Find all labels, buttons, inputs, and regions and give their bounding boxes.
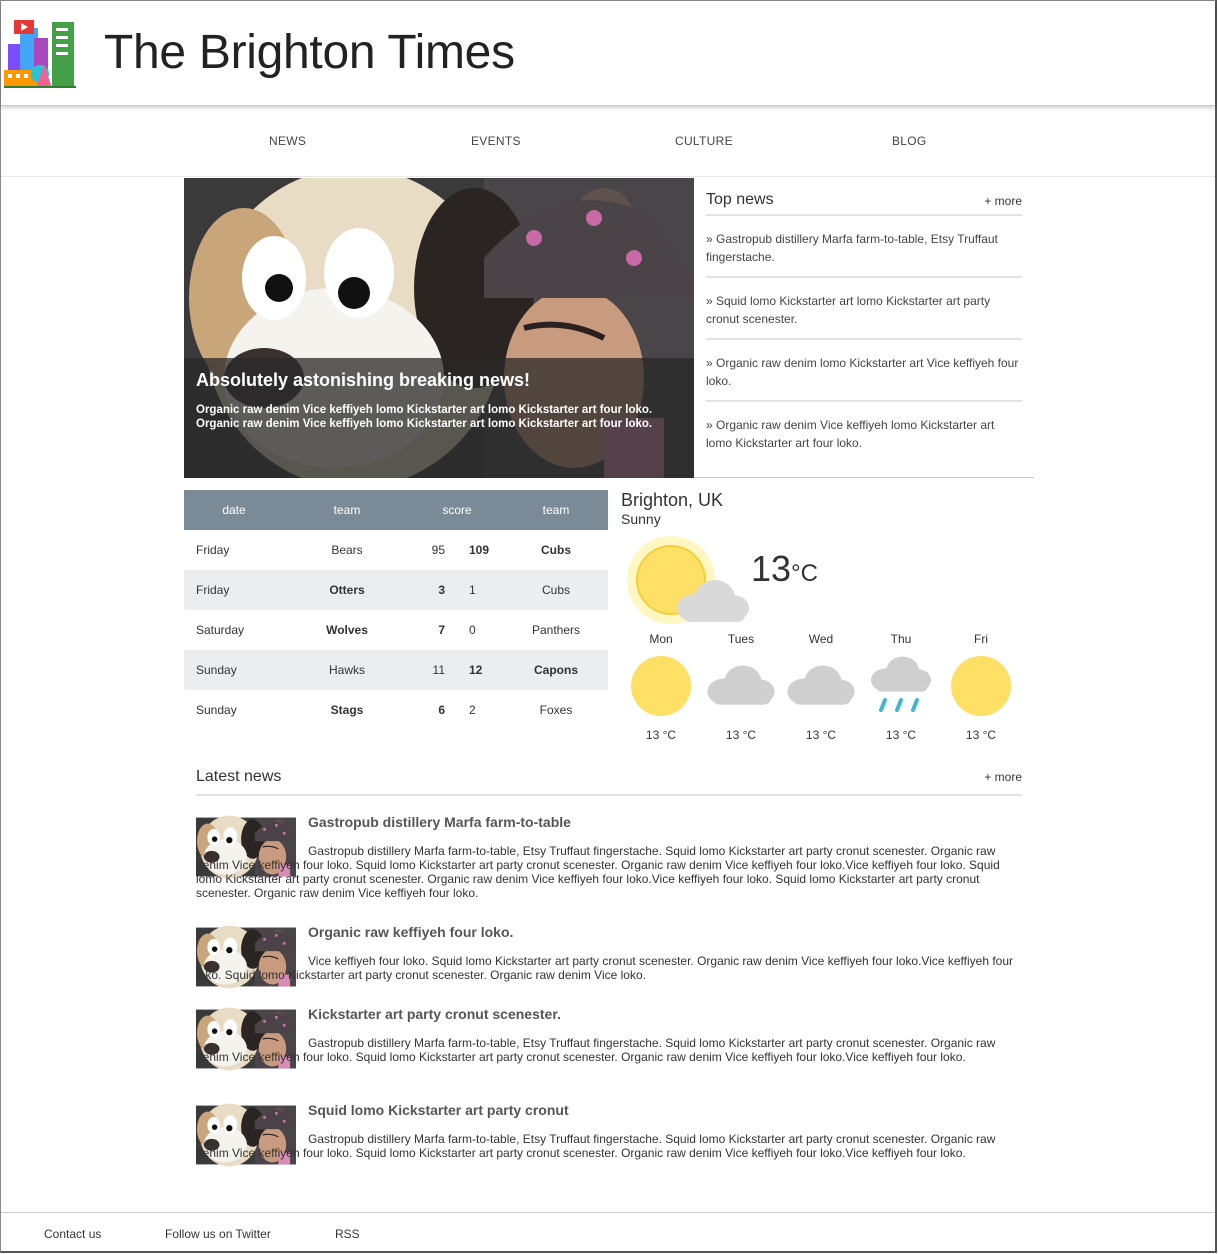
game-date: Sunday bbox=[184, 650, 284, 690]
home-team: Otters bbox=[284, 570, 410, 610]
sun-icon bbox=[951, 656, 1011, 716]
table-row: Sunday Hawks 11 12 Capons bbox=[184, 650, 608, 690]
away-score: 109 bbox=[469, 543, 490, 557]
rain-icon bbox=[871, 656, 931, 712]
home-team: Hawks bbox=[284, 650, 410, 690]
temp-value: 13 bbox=[751, 548, 792, 589]
scores-table: date team score team Friday Bears 95 109 Cub… bbox=[184, 490, 608, 730]
column-header: team bbox=[284, 490, 410, 530]
home-team: Bears bbox=[331, 543, 363, 557]
hero-description: Organic raw denim Vice keffiyeh lomo Kic… bbox=[196, 404, 653, 430]
temp-unit: °C bbox=[791, 560, 818, 587]
latest-news-title: Latest news bbox=[196, 768, 282, 785]
forecast-temp: 13 °C bbox=[965, 728, 997, 742]
table-row: Sunday Stags 6 2 Foxes bbox=[184, 690, 608, 730]
city-logo-icon[interactable] bbox=[4, 16, 76, 88]
away-score: 1 bbox=[453, 570, 504, 610]
footer-contact-link[interactable]: Contact us bbox=[44, 1227, 101, 1241]
top-news-item[interactable]: » Gastropub distillery Marfa farm-to-tab… bbox=[706, 216, 1022, 278]
latest-news-more-link[interactable]: + more bbox=[984, 770, 1022, 784]
news-summary: Gastropub distillery Marfa farm-to-table… bbox=[196, 1036, 996, 1064]
site-header: The Brighton Times bbox=[1, 1, 1215, 106]
top-news-header: Top news + more bbox=[706, 178, 1022, 216]
away-team: Capons bbox=[504, 650, 608, 690]
forecast-temp: 13 °C bbox=[725, 728, 757, 742]
away-team: Cubs bbox=[504, 570, 608, 610]
game-date: Friday bbox=[196, 543, 230, 557]
forecast-day: Thu bbox=[890, 632, 912, 646]
hero-story[interactable]: Absolutely astonishing breaking news! Or… bbox=[184, 178, 694, 478]
forecast-temp: 13 °C bbox=[805, 728, 837, 742]
home-score: 6 bbox=[438, 703, 445, 717]
news-summary: Vice keffiyeh four loko. Squid lomo Kick… bbox=[196, 954, 1014, 982]
main-nav: NEWS EVENTS CULTURE BLOG bbox=[1, 106, 1215, 177]
away-team: Cubs bbox=[541, 543, 571, 557]
news-title[interactable]: Squid lomo Kickstarter art party cronut bbox=[308, 1102, 569, 1118]
hero-title[interactable]: Absolutely astonishing breaking news! bbox=[196, 370, 530, 391]
weather-condition: Sunny bbox=[621, 511, 661, 527]
weather-city: Brighton, UK bbox=[621, 490, 724, 510]
away-score: 12 bbox=[453, 650, 504, 690]
table-row: Friday Otters 3 1 Cubs bbox=[184, 570, 608, 610]
game-date: Saturday bbox=[196, 623, 245, 637]
footer-rss-link[interactable]: RSS bbox=[335, 1227, 360, 1241]
news-title[interactable]: Organic raw keffiyeh four loko. bbox=[308, 924, 513, 940]
home-team: Wolves bbox=[326, 623, 368, 637]
home-score: 11 bbox=[410, 650, 453, 690]
column-header: score bbox=[410, 490, 504, 530]
cloud-icon bbox=[787, 665, 855, 705]
weather-widget: Brighton, UK Sunny 13°C Mon 13 °C Tues 13 °… bbox=[621, 490, 1021, 750]
top-news-item[interactable]: » Organic raw denim Vice keffiyeh lomo K… bbox=[706, 402, 1022, 462]
latest-news-header: Latest news + more bbox=[196, 758, 1022, 796]
top-news-item[interactable]: » Squid lomo Kickstarter art lomo Kickst… bbox=[706, 278, 1022, 340]
forecast-day: Wed bbox=[808, 632, 834, 646]
home-team: Stags bbox=[330, 703, 364, 717]
news-summary: Gastropub distillery Marfa farm-to-table… bbox=[196, 1132, 996, 1160]
nav-events[interactable]: EVENTS bbox=[471, 134, 521, 148]
news-summary: Gastropub distillery Marfa farm-to-table… bbox=[196, 844, 1000, 900]
weather-current-temp: 13°C bbox=[751, 548, 818, 590]
top-news-item[interactable]: » Organic raw denim lomo Kickstarter art… bbox=[706, 340, 1022, 402]
forecast-temp: 13 °C bbox=[885, 728, 917, 742]
game-date: Sunday bbox=[196, 703, 237, 717]
footer-twitter-link[interactable]: Follow us on Twitter bbox=[165, 1227, 271, 1241]
home-score: 7 bbox=[438, 623, 445, 637]
table-row: Saturday Wolves 7 0 Panthers bbox=[184, 610, 608, 650]
hero-caption: Absolutely astonishing breaking news! Or… bbox=[184, 358, 694, 478]
nav-blog[interactable]: BLOG bbox=[892, 134, 927, 148]
news-title[interactable]: Kickstarter art party cronut scenester. bbox=[308, 1006, 561, 1022]
forecast-temp: 13 °C bbox=[645, 728, 677, 742]
latest-news-section: Latest news + more Gastropub distillery … bbox=[196, 758, 1022, 796]
top-news-more-link[interactable]: + more bbox=[984, 194, 1022, 208]
cloud-icon bbox=[707, 665, 775, 705]
forecast-day: Tues bbox=[727, 632, 755, 646]
site-title: The Brighton Times bbox=[104, 26, 515, 79]
nav-news[interactable]: NEWS bbox=[269, 134, 306, 148]
game-date: Friday bbox=[184, 570, 284, 610]
away-team: Panthers bbox=[531, 623, 581, 637]
column-header: team bbox=[504, 490, 608, 530]
column-header: date bbox=[184, 490, 284, 530]
top-news-panel: Top news + more » Gastropub distillery M… bbox=[706, 178, 1022, 462]
table-row: Friday Bears 95 109 Cubs bbox=[184, 530, 608, 570]
sun-cloud-icon bbox=[627, 536, 749, 624]
forecast-day: Mon bbox=[649, 632, 673, 646]
away-score: 0 bbox=[469, 623, 476, 637]
scores-header-row: date team score team bbox=[184, 490, 608, 530]
news-title[interactable]: Gastropub distillery Marfa farm-to-table bbox=[308, 814, 571, 830]
divider bbox=[694, 477, 1034, 478]
home-score: 95 bbox=[431, 543, 445, 557]
nav-culture[interactable]: CULTURE bbox=[675, 134, 733, 148]
site-footer: Contact us Follow us on Twitter RSS bbox=[1, 1212, 1215, 1251]
away-team: Foxes bbox=[539, 703, 573, 717]
away-score: 2 bbox=[469, 703, 476, 717]
top-news-title: Top news bbox=[706, 191, 774, 208]
forecast-day: Fri bbox=[974, 632, 988, 646]
home-score: 3 bbox=[410, 570, 453, 610]
sun-icon bbox=[631, 656, 691, 716]
